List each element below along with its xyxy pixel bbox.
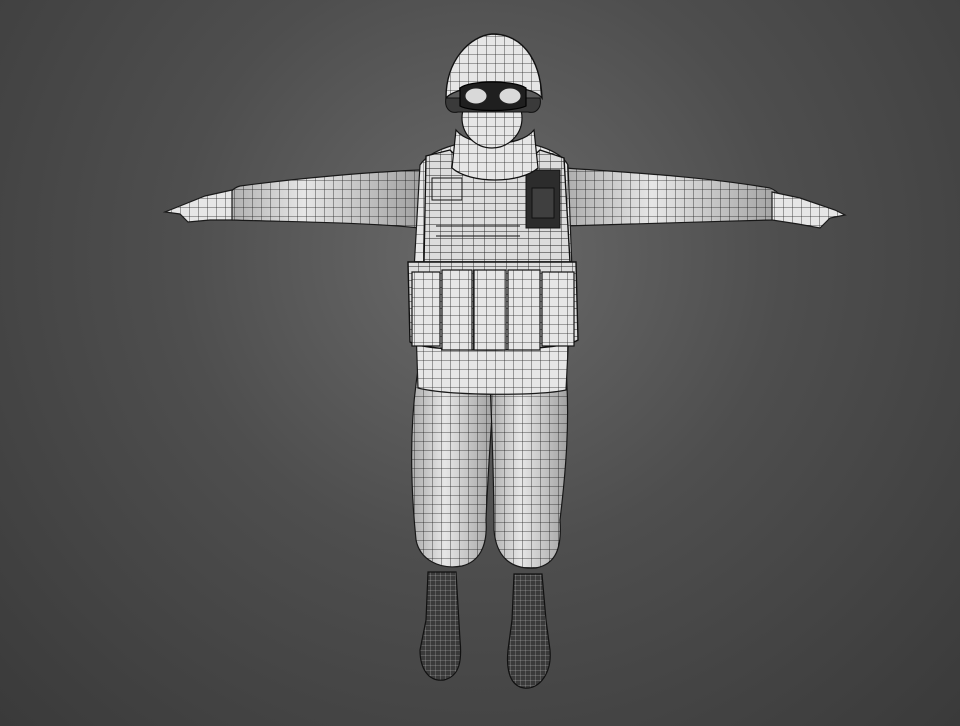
soldier-wireframe-model [162, 33, 847, 689]
left-boot [419, 571, 462, 681]
ammo-pouches [407, 261, 579, 351]
left-hand [162, 189, 233, 223]
left-arm [162, 169, 421, 229]
right-arm [564, 167, 847, 229]
legs [411, 369, 569, 569]
3d-viewport[interactable] [0, 0, 960, 726]
boots [419, 571, 551, 689]
right-boot [506, 573, 551, 689]
right-hand [771, 191, 847, 229]
head [445, 33, 543, 149]
